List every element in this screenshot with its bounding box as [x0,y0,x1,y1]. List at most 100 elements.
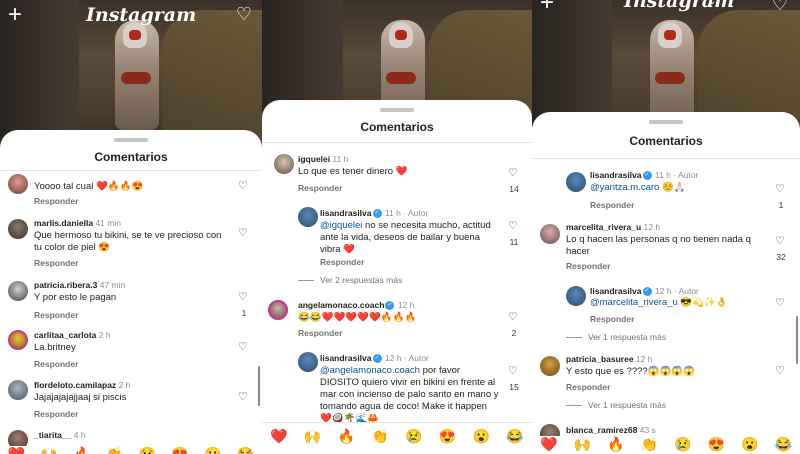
comment-text: Que hermoso tu bikini, se te ve precioso… [34,230,222,253]
like-heart-icon[interactable]: ♡ [508,364,518,377]
comment-username[interactable]: lisandrasilva ✓ 11 h · Autor [590,170,698,181]
view-more-replies[interactable]: Ver 2 respuestas más [298,275,402,285]
emoji-button[interactable]: 👏 [641,436,658,454]
avatar[interactable] [274,154,294,174]
emoji-button[interactable]: 👏 [371,428,388,450]
reply-button[interactable]: Responder [34,359,78,369]
avatar[interactable] [8,219,28,239]
emoji-button[interactable]: 🙌 [574,436,591,454]
like-heart-icon[interactable]: ♡ [508,166,518,179]
reply-button[interactable]: Responder [34,196,78,206]
emoji-button[interactable]: 😍 [708,436,725,454]
emoji-button[interactable]: 😮 [741,436,758,454]
comment-username[interactable]: patricia.ribera.3 47 min [34,280,125,290]
reply-button[interactable]: Responder [566,382,610,392]
avatar[interactable] [8,380,28,400]
like-heart-icon[interactable]: ♡ [238,340,248,353]
comment-username[interactable]: lisandrasilva ✓ 12 h · Autor [320,353,429,364]
avatar[interactable] [8,281,28,301]
comments-sheet: Comentarios igquelei 11 h Lo que es tene… [262,100,532,454]
comment-username[interactable]: igquelei 11 h [298,154,348,164]
plus-icon[interactable]: + [8,2,22,28]
like-heart-icon[interactable]: ♡ [238,390,248,403]
comment-username[interactable]: lisandrasilva ✓ 11 h · Autor [320,208,428,219]
reply-button[interactable]: Responder [590,314,634,324]
like-heart-icon[interactable]: ♡ [508,219,518,232]
emoji-button[interactable]: 🔥 [338,428,355,450]
reply-button[interactable]: Responder [298,328,342,338]
emoji-button[interactable]: 🔥 [73,446,90,454]
like-heart-icon[interactable]: ♡ [238,179,248,192]
avatar[interactable] [298,207,318,227]
chevron-down-icon[interactable]: ⌄ [168,8,176,19]
heart-icon[interactable]: ♡ [236,4,252,25]
emoji-button[interactable]: 😢 [139,446,156,454]
like-heart-icon[interactable]: ♡ [238,290,248,303]
reply-button[interactable]: Responder [34,409,78,419]
sheet-grabber[interactable] [649,120,683,124]
like-heart-icon[interactable]: ♡ [775,296,785,309]
emoji-button[interactable]: 😮 [204,446,221,454]
scrollbar[interactable] [796,316,798,364]
reply-button[interactable]: Responder [34,258,78,268]
comment-username[interactable]: flordeloto.camilapaz 2 h [34,380,130,390]
view-more-replies[interactable]: Ver 1 respuesta más [566,332,666,342]
like-heart-icon[interactable]: ♡ [508,310,518,323]
comment-username[interactable]: _tiarita__ 4 h [34,430,86,440]
comment-username[interactable]: lisandrasilva ✓ 12 h · Autor [590,286,699,297]
emoji-button[interactable]: 😢 [674,436,691,454]
emoji-button[interactable]: ❤️ [8,446,25,454]
view-more-replies[interactable]: Ver 1 respuesta más [566,400,666,410]
scrollbar[interactable] [258,366,260,406]
emoji-button[interactable]: 😂 [775,436,792,454]
app-logo: Instagram [86,4,197,26]
like-heart-icon[interactable]: ♡ [238,226,248,239]
comment-username[interactable]: marlis.daniella 41 min [34,218,121,228]
emoji-button[interactable]: 🙌 [304,428,321,450]
heart-icon[interactable]: ♡ [772,0,788,15]
emoji-bar: ❤️ 🙌 🔥 👏 😢 😍 😮 😂 [532,436,800,454]
avatar[interactable] [268,300,288,320]
avatar[interactable] [8,174,28,194]
reply-button[interactable]: Responder [320,257,364,267]
sheet-grabber[interactable] [114,138,148,142]
emoji-button[interactable]: 👏 [106,446,123,454]
avatar[interactable] [540,356,560,376]
comment-text: Lo que es tener dinero ❤️ [298,166,408,177]
screen-2: Comentarios igquelei 11 h Lo que es tene… [262,0,532,454]
reply-button[interactable]: Responder [34,310,78,320]
comment-username[interactable]: carlitaa_carlota 2 h [34,330,111,340]
avatar[interactable] [540,224,560,244]
emoji-button[interactable]: ❤️ [540,436,557,454]
avatar[interactable] [566,286,586,306]
avatar[interactable] [8,330,28,350]
comment-username[interactable]: marcelita_rivera_u 12 h [566,222,660,232]
chevron-down-icon[interactable]: ⌄ [708,0,716,7]
divider [532,158,800,159]
emoji-button[interactable]: ❤️ [270,428,287,450]
emoji-button[interactable]: 😂 [506,428,523,450]
emoji-button[interactable]: 😮 [473,428,490,450]
avatar[interactable] [566,172,586,192]
comment-username[interactable]: angelamonaco.coach ✓ 12 h [298,300,414,311]
plus-icon[interactable]: + [540,0,554,16]
emoji-button[interactable]: 🙌 [40,446,57,454]
comments-sheet: Comentarios lisandrasilva ✓ 11 h · Autor … [532,112,800,454]
emoji-button[interactable]: 😢 [405,428,422,450]
like-heart-icon[interactable]: ♡ [775,364,785,377]
like-heart-icon[interactable]: ♡ [775,234,785,247]
comment-username[interactable]: blanca_ramirez68 43 s [566,425,656,435]
reply-button[interactable]: Responder [566,261,610,271]
emoji-button[interactable]: 😍 [439,428,456,450]
emoji-button[interactable]: 😂 [237,446,254,454]
reply-button[interactable]: Responder [590,200,634,210]
like-count: 1 [778,200,784,210]
emoji-button[interactable]: 🔥 [607,436,624,454]
sheet-title: Comentarios [360,120,434,134]
emoji-button[interactable]: 😍 [171,446,188,454]
avatar[interactable] [298,352,318,372]
comment-username[interactable]: patricia_basuree 12 h [566,354,653,364]
like-heart-icon[interactable]: ♡ [775,182,785,195]
reply-button[interactable]: Responder [298,183,342,193]
sheet-grabber[interactable] [380,108,414,112]
